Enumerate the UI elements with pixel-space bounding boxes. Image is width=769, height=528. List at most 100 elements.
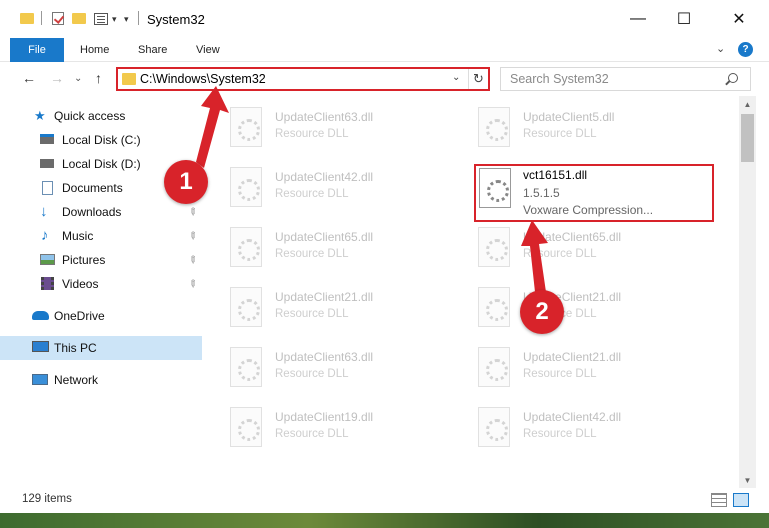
address-path[interactable]: C:\Windows\System32 (140, 72, 266, 86)
nav-label: Videos (62, 277, 99, 291)
expand-ribbon-icon[interactable]: ⌄ (716, 42, 725, 55)
file-item[interactable]: UpdateClient42.dll Resource DLL (453, 402, 693, 454)
ribbon-tabs: File Home Share View ⌄ ? (0, 38, 769, 62)
nav-item-local-disk-c[interactable]: Local Disk (C:) (0, 128, 202, 152)
file-item[interactable]: UpdateClient65.dll Resource DLL (453, 222, 693, 274)
details-view-icon[interactable] (711, 493, 727, 507)
navigation-pane: ★ Quick access Local Disk (C:) Local Dis… (0, 96, 205, 480)
forward-button[interactable]: → (50, 70, 64, 86)
dll-file-icon (478, 347, 510, 387)
file-item[interactable]: UpdateClient63.dll Resource DLL (205, 342, 445, 394)
dll-file-icon (478, 407, 510, 447)
pin-icon[interactable]: ✎ (185, 206, 199, 220)
nav-onedrive[interactable]: OneDrive (0, 304, 202, 328)
toolbar-separator (41, 11, 42, 25)
address-dropdown-icon[interactable]: ⌄ (452, 72, 460, 83)
file-type: Resource DLL (275, 188, 349, 200)
minimize-button[interactable]: — (615, 0, 661, 38)
file-item[interactable]: UpdateClient65.dll Resource DLL (205, 222, 445, 274)
documents-icon (42, 181, 53, 195)
up-button[interactable]: ↑ (95, 70, 102, 86)
file-item[interactable]: UpdateClient21.dll Resource DLL (453, 342, 693, 394)
pin-icon[interactable]: ✎ (185, 278, 199, 292)
file-name: UpdateClient42.dll (523, 410, 622, 424)
dll-file-icon (478, 227, 510, 267)
close-button[interactable]: ✕ (716, 0, 762, 38)
window-title: System32 (147, 12, 205, 27)
tiles-view-icon[interactable] (733, 493, 749, 507)
vertical-scrollbar[interactable]: ▲ ▼ (739, 96, 756, 488)
new-folder-icon[interactable] (72, 13, 86, 24)
recent-locations-button[interactable]: ⌄ (74, 73, 82, 84)
search-box[interactable]: Search System32 (500, 67, 751, 91)
nav-quick-access[interactable]: ★ Quick access (0, 104, 202, 128)
computer-icon (32, 341, 49, 352)
refresh-button[interactable]: ↻ (468, 69, 488, 89)
highlight-box (474, 164, 714, 222)
tab-view[interactable]: View (196, 38, 220, 62)
folder-icon (20, 13, 34, 24)
maximize-button[interactable]: ☐ (661, 0, 707, 38)
item-count: 129 items (22, 493, 72, 505)
dll-file-icon (230, 107, 262, 147)
properties-icon[interactable] (94, 13, 108, 25)
drive-icon (40, 159, 54, 168)
tab-share[interactable]: Share (138, 38, 167, 62)
tab-file[interactable]: File (10, 38, 64, 62)
star-icon: ★ (34, 108, 46, 123)
file-type: Resource DLL (523, 248, 597, 260)
help-icon[interactable]: ? (738, 42, 753, 57)
file-item[interactable]: UpdateClient63.dll Resource DLL (205, 102, 445, 154)
step-1-badge: 1 (164, 160, 208, 204)
file-name: UpdateClient42.dll (275, 170, 374, 184)
scroll-down-icon[interactable]: ▼ (739, 472, 756, 488)
nav-network[interactable]: Network (0, 368, 202, 392)
music-icon: ♪ (41, 227, 49, 244)
dll-file-icon (230, 287, 262, 327)
status-bar: 129 items (0, 488, 769, 513)
back-button[interactable]: ← (22, 70, 36, 86)
nav-label: This PC (54, 341, 97, 355)
file-name: UpdateClient63.dll (275, 350, 374, 364)
scroll-up-icon[interactable]: ▲ (739, 96, 756, 112)
dll-file-icon (478, 107, 510, 147)
dll-file-icon (230, 347, 262, 387)
pin-icon[interactable]: ✎ (185, 230, 199, 244)
explorer-window: ▾ ▾ System32 — ☐ ✕ File Home Share View … (0, 0, 769, 513)
file-name: UpdateClient21.dll (275, 290, 374, 304)
nav-item-music[interactable]: ♪ Music ✎ (0, 224, 202, 248)
dll-file-icon (230, 167, 262, 207)
file-name: UpdateClient19.dll (275, 410, 374, 424)
nav-label: Local Disk (D:) (62, 157, 141, 171)
file-item[interactable]: UpdateClient19.dll Resource DLL (205, 402, 445, 454)
dll-file-icon (478, 287, 510, 327)
file-item[interactable]: UpdateClient5.dll Resource DLL (453, 102, 693, 154)
file-item[interactable]: UpdateClient21.dll Resource DLL (453, 282, 693, 334)
dll-file-icon (230, 227, 262, 267)
folder-icon (122, 73, 136, 85)
address-bar[interactable]: C:\Windows\System32 ⌄ ↻ (116, 67, 490, 91)
scroll-thumb[interactable] (741, 114, 754, 162)
properties-check-icon[interactable] (52, 12, 64, 25)
pin-icon[interactable]: ✎ (185, 254, 199, 268)
search-icon[interactable] (728, 73, 738, 83)
file-item[interactable]: UpdateClient42.dll Resource DLL (205, 162, 445, 214)
nav-label: Quick access (54, 109, 126, 123)
customize-toolbar-icon[interactable]: ▾ (112, 14, 117, 25)
file-name: UpdateClient5.dll (523, 110, 615, 124)
nav-this-pc[interactable]: This PC (0, 336, 202, 360)
nav-item-pictures[interactable]: Pictures ✎ (0, 248, 202, 272)
dll-file-icon (230, 407, 262, 447)
nav-item-videos[interactable]: Videos ✎ (0, 272, 202, 296)
search-input[interactable]: Search System32 (510, 72, 609, 86)
videos-icon (41, 277, 54, 290)
file-item[interactable]: UpdateClient21.dll Resource DLL (205, 282, 445, 334)
step-2-badge: 2 (520, 290, 564, 334)
qat-dropdown-icon[interactable]: ▾ (124, 14, 129, 25)
tab-home[interactable]: Home (80, 38, 109, 62)
nav-item-downloads[interactable]: ↓ Downloads ✎ (0, 200, 202, 224)
file-type: Resource DLL (275, 128, 349, 140)
nav-label: Pictures (62, 253, 106, 267)
file-name: UpdateClient21.dll (523, 350, 622, 364)
file-type: Resource DLL (523, 368, 597, 380)
